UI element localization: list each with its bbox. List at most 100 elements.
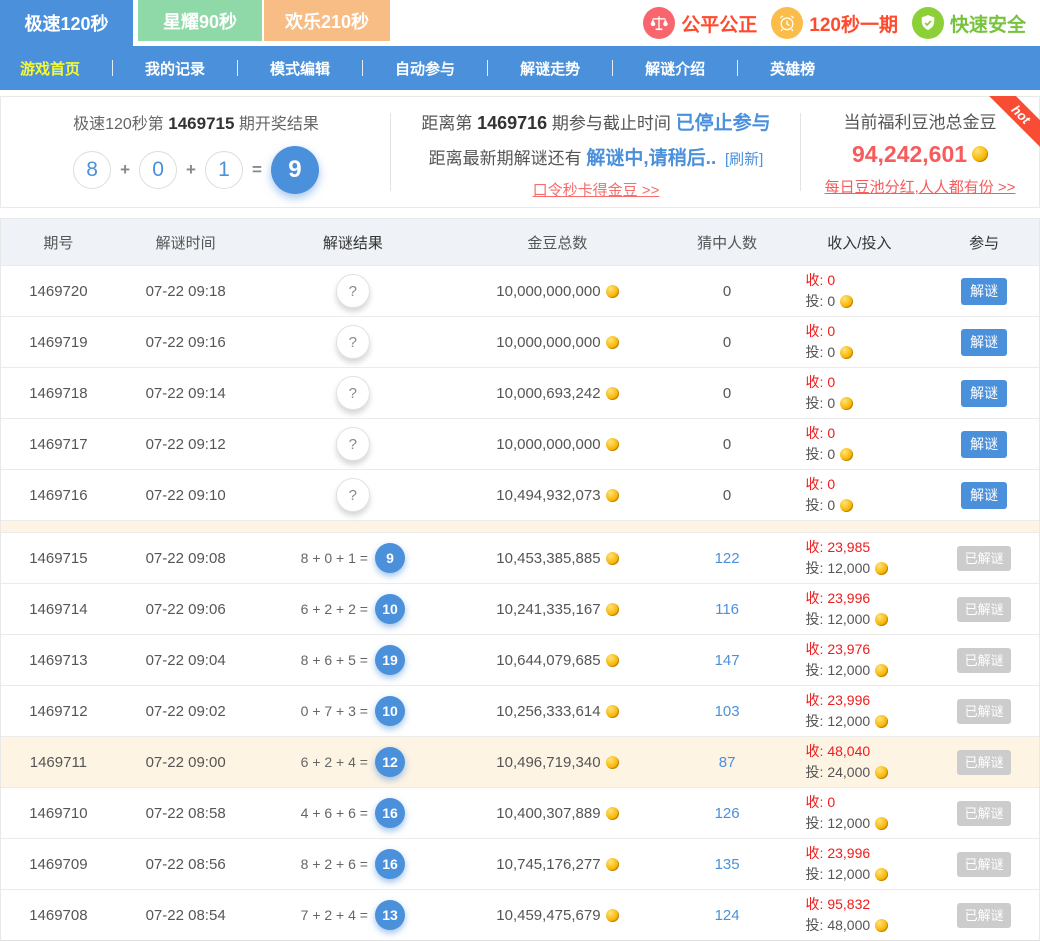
income-line: 收:0	[805, 423, 929, 444]
formula-text: 8 + 6 + 5 =	[301, 652, 368, 668]
formula-text: 0 + 7 + 3 =	[301, 703, 368, 719]
draw-number-1: 8	[73, 151, 111, 189]
invest-line: 投:12,000	[805, 609, 929, 630]
income-label: 收:	[805, 590, 823, 606]
coin-icon	[875, 766, 888, 779]
result-cell: ? 6 + 2 + 4 = 12	[256, 747, 451, 777]
nav-item-mode-edit[interactable]: 模式编辑	[266, 58, 334, 79]
winners-cell: 124	[665, 907, 790, 924]
income-label: 收:	[805, 374, 823, 390]
table-row: 1469719 07-22 09:16 ? 10,000,000,000 0 收…	[1, 316, 1039, 367]
issue-cell: 1469712	[1, 703, 116, 720]
invest-line: 投:24,000	[805, 762, 929, 783]
result-cell: ? 0 + 7 + 3 = 10	[256, 696, 451, 726]
result-formula: 8 + 6 + 5 = 19	[301, 645, 405, 675]
time-cell: 07-22 08:56	[116, 856, 256, 873]
header-result: 解谜结果	[256, 232, 451, 253]
income-invest-cell: 收:0 投:0	[789, 372, 929, 414]
income-invest-cell: 收:23,996 投:12,000	[789, 690, 929, 732]
solve-button[interactable]: 解谜	[961, 482, 1007, 509]
action-cell: 解谜 已解谜	[929, 648, 1039, 673]
invest-value: 48,000	[827, 915, 870, 936]
join-status: 已停止参与	[676, 113, 771, 134]
nav-item-auto-join[interactable]: 自动参与	[391, 58, 459, 79]
table-row: 1469711 07-22 09:00 ? 6 + 2 + 4 = 12 10,…	[1, 736, 1039, 787]
promo-card-link[interactable]: 口令秒卡得金豆 >>	[533, 179, 660, 200]
income-invest-cell: 收:23,996 投:12,000	[789, 588, 929, 630]
result-number-circle: 10	[375, 696, 405, 726]
invest-line: 投:12,000	[805, 558, 929, 579]
invest-label: 投:	[805, 342, 823, 363]
coin-icon	[606, 858, 619, 871]
invest-label: 投:	[805, 495, 823, 516]
result-number-circle: 12	[375, 747, 405, 777]
income-line: 收:0	[805, 372, 929, 393]
result-number-circle: 10	[375, 594, 405, 624]
solve-button[interactable]: 解谜	[961, 380, 1007, 407]
results-table: 期号 解谜时间 解谜结果 金豆总数 猜中人数 收入/投入 参与 1469720 …	[0, 218, 1040, 941]
solve-button[interactable]: 解谜	[961, 329, 1007, 356]
income-invest-cell: 收:95,832 投:48,000	[789, 894, 929, 936]
solving-status: 解谜中,请稍后..	[586, 148, 716, 169]
invest-line: 投:0	[805, 495, 929, 516]
total-beans-value: 10,459,475,679	[496, 907, 600, 924]
total-beans-cell: 10,000,693,242	[450, 385, 665, 402]
issue-cell: 1469719	[1, 334, 116, 351]
scales-icon	[643, 7, 675, 39]
header-time: 解谜时间	[116, 232, 256, 253]
nav-divider	[237, 60, 238, 76]
income-value: 23,985	[827, 539, 870, 555]
solve-button[interactable]: 解谜	[961, 431, 1007, 458]
invest-value: 12,000	[827, 609, 870, 630]
winners-cell: 0	[665, 385, 790, 402]
coin-icon	[606, 603, 619, 616]
result-cell: ? 4 + 6 + 6 = 16	[256, 798, 451, 828]
tab-star-90s[interactable]: 星耀90秒	[138, 0, 262, 41]
coin-icon	[875, 562, 888, 575]
income-label: 收:	[805, 692, 823, 708]
result-number-circle: 16	[375, 849, 405, 879]
nav-divider	[737, 60, 738, 76]
total-beans-cell: 10,644,079,685	[450, 652, 665, 669]
pool-dividend-link[interactable]: 每日豆池分红,人人都有份 >>	[825, 176, 1016, 197]
total-beans-value: 10,000,000,000	[496, 334, 600, 351]
coin-icon	[606, 756, 619, 769]
winners-cell: 122	[665, 550, 790, 567]
invest-line: 投:0	[805, 444, 929, 465]
draw-result-section: 极速120秒第 1469715 期开奖结果 8 + 0 + 1 = 9	[1, 97, 391, 207]
table-row: 1469718 07-22 09:14 ? 10,000,693,242 0 收…	[1, 367, 1039, 418]
tab-happy-210s[interactable]: 欢乐210秒	[264, 0, 390, 41]
action-cell: 解谜 已解谜	[929, 431, 1039, 458]
nav-item-trend[interactable]: 解谜走势	[516, 58, 584, 79]
solve-button[interactable]: 解谜	[961, 278, 1007, 305]
table-row: 1469708 07-22 08:54 ? 7 + 2 + 4 = 13 10,…	[1, 889, 1039, 940]
time-cell: 07-22 09:06	[116, 601, 256, 618]
income-invest-cell: 收:0 投:12,000	[789, 792, 929, 834]
income-line: 收:0	[805, 792, 929, 813]
nav-item-hero-board[interactable]: 英雄榜	[766, 58, 819, 79]
coin-icon	[875, 664, 888, 677]
draw-result-sum: 9	[271, 146, 319, 194]
income-invest-cell: 收:0 投:0	[789, 321, 929, 363]
draw-equation: 8 + 0 + 1 = 9	[73, 146, 319, 194]
winners-cell: 103	[665, 703, 790, 720]
total-beans-cell: 10,241,335,167	[450, 601, 665, 618]
table-row: 1469720 07-22 09:18 ? 10,000,000,000 0 收…	[1, 265, 1039, 316]
coin-icon	[606, 387, 619, 400]
result-cell: ? 8 + 6 + 5 = 19	[256, 645, 451, 675]
nav-item-game-home[interactable]: 游戏首页	[16, 58, 84, 79]
coin-icon	[606, 336, 619, 349]
tab-speed-120s[interactable]: 极速120秒	[0, 0, 133, 46]
issue-cell: 1469714	[1, 601, 116, 618]
invest-label: 投:	[805, 660, 823, 681]
winners-cell: 0	[665, 487, 790, 504]
invest-label: 投:	[805, 291, 823, 312]
formula-text: 6 + 2 + 4 =	[301, 754, 368, 770]
nav-item-intro[interactable]: 解谜介绍	[641, 58, 709, 79]
income-label: 收:	[805, 476, 823, 492]
invest-line: 投:0	[805, 393, 929, 414]
nav-item-my-records[interactable]: 我的记录	[141, 58, 209, 79]
invest-line: 投:12,000	[805, 711, 929, 732]
total-beans-value: 10,453,385,885	[496, 550, 600, 567]
refresh-link[interactable]: [刷新]	[725, 151, 763, 168]
